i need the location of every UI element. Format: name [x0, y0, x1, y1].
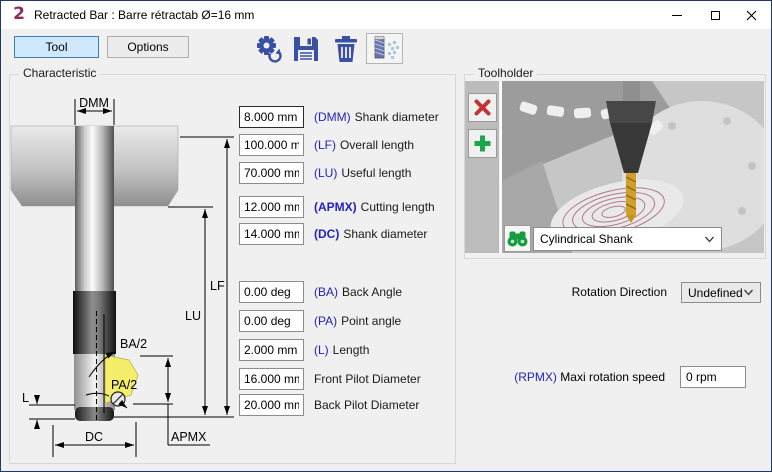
l-input[interactable] — [239, 339, 304, 361]
green-plus-icon — [473, 134, 492, 153]
simulation-button-disabled[interactable] — [366, 33, 403, 64]
shank-type-value: Cylindrical Shank — [540, 232, 633, 246]
apmx-label: Cutting length — [361, 200, 435, 214]
delete-tool-icon[interactable] — [331, 34, 361, 64]
toolholder-group-label: Toolholder — [474, 66, 537, 80]
app-logo-icon: 2 — [10, 5, 28, 23]
rpmx-input[interactable] — [680, 366, 746, 388]
chevron-down-icon — [704, 236, 715, 243]
chevron-down-icon — [743, 289, 754, 296]
lu-input[interactable] — [239, 162, 304, 184]
back-pilot-label: Back Pilot Diameter — [314, 398, 419, 412]
ba-input[interactable] — [239, 281, 304, 303]
minimize-button[interactable] — [659, 1, 695, 29]
rpmx-label-text: Maxi rotation speed — [557, 370, 665, 384]
lu-label: Useful length — [341, 166, 411, 180]
rpmx-code: (RPMX) — [514, 370, 557, 384]
dialog-window: 2 Retracted Bar : Barre rétractab Ø=16 m… — [0, 0, 772, 472]
close-icon — [746, 10, 757, 21]
apmx-code: (APMX) — [314, 200, 357, 214]
minimize-icon — [672, 15, 682, 16]
settings-refresh-icon[interactable] — [253, 34, 283, 64]
front-pilot-label: Front Pilot Diameter — [314, 372, 421, 386]
shank-type-dropdown[interactable]: Cylindrical Shank — [533, 227, 722, 251]
dc-label: Shank diameter — [343, 227, 427, 241]
search-toolholder-button[interactable] — [504, 225, 531, 252]
dmm-code: (DMM) — [314, 110, 351, 124]
apmx-input[interactable] — [239, 196, 304, 218]
l-code: (L) — [314, 343, 329, 357]
dmm-label: Shank diameter — [355, 110, 439, 124]
lf-input[interactable] — [239, 134, 304, 156]
tab-tool[interactable]: Tool — [14, 36, 99, 58]
lu-code: (LU) — [314, 166, 337, 180]
pa-input[interactable] — [239, 310, 304, 332]
ba-code: (BA) — [314, 285, 338, 299]
lf-label: Overall length — [340, 138, 414, 152]
window-title: Retracted Bar : Barre rétractab Ø=16 mm — [34, 8, 254, 22]
pa-code: (PA) — [314, 314, 337, 328]
rotation-direction-value: Undefined — [688, 286, 743, 300]
rotation-direction-dropdown[interactable]: Undefined — [681, 282, 761, 303]
tab-options[interactable]: Options — [107, 36, 189, 58]
tool-chips-icon — [367, 34, 402, 63]
close-button[interactable] — [733, 1, 769, 29]
rpmx-label: (RPMX) Maxi rotation speed — [514, 370, 665, 384]
characteristic-group-label: Characteristic — [19, 66, 100, 80]
front-pilot-input[interactable] — [239, 368, 304, 390]
ba-label: Back Angle — [342, 285, 402, 299]
l-label: Length — [333, 343, 370, 357]
dc-input[interactable] — [239, 223, 304, 245]
binoculars-icon — [507, 230, 528, 247]
maximize-button[interactable] — [697, 1, 733, 29]
maximize-icon — [711, 11, 720, 20]
dc-code: (DC) — [314, 227, 339, 241]
dmm-input[interactable] — [239, 106, 304, 128]
add-toolholder-button[interactable] — [468, 129, 497, 158]
lf-code: (LF) — [314, 138, 336, 152]
remove-toolholder-button[interactable] — [468, 93, 497, 122]
back-pilot-input[interactable] — [239, 394, 304, 416]
title-bar: 2 Retracted Bar : Barre rétractab Ø=16 m… — [1, 1, 771, 29]
red-x-icon — [473, 98, 492, 117]
rotation-direction-label: Rotation Direction — [572, 285, 667, 299]
save-icon[interactable] — [291, 34, 321, 64]
pa-label: Point angle — [341, 314, 401, 328]
